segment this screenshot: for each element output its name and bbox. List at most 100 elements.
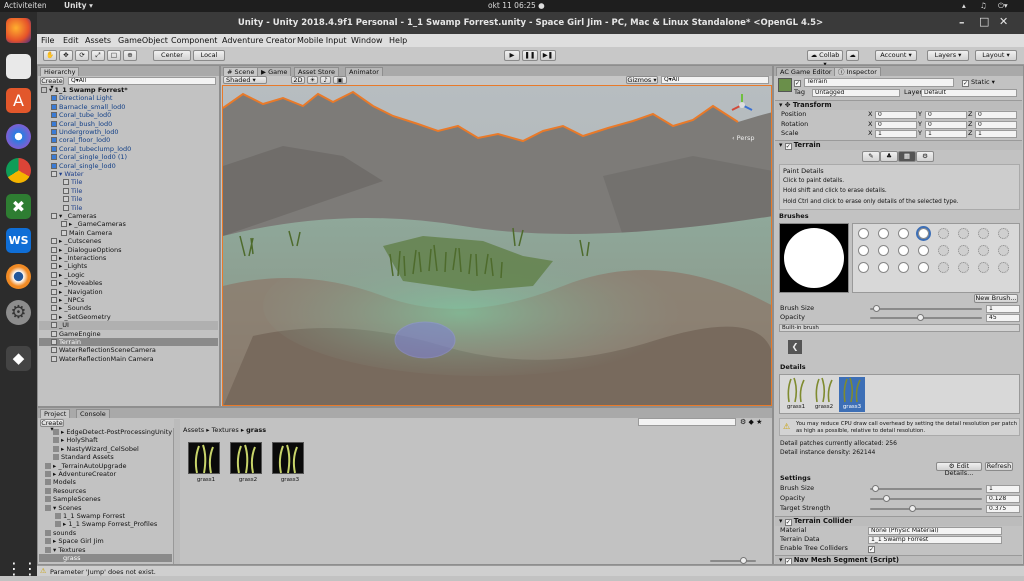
app-menu[interactable]: Unity ▾ <box>64 1 93 10</box>
folder-item[interactable]: ▸ NastyWizard_CelSobel <box>39 445 172 453</box>
pivot-local-button[interactable]: Local <box>193 50 225 61</box>
tab-game[interactable]: ▶ Game <box>257 67 292 76</box>
menu-component[interactable]: Component <box>171 36 217 45</box>
hierarchy-item[interactable]: Tile <box>39 187 218 195</box>
transform-x-field[interactable]: 1 <box>875 130 917 138</box>
hierarchy-item[interactable]: ▸ _Logic <box>39 271 218 279</box>
hierarchy-item[interactable]: _UI <box>39 321 218 330</box>
paint-details-icon[interactable]: ▦ <box>898 151 916 162</box>
tab-hierarchy[interactable]: Hierarchy <box>40 67 80 76</box>
folder-item[interactable]: ▸ 1_1 Swamp Forrest_Profiles <box>39 520 172 528</box>
scale-tool-icon[interactable]: ⤢ <box>91 50 105 61</box>
hierarchy-item[interactable]: ▸ _Cutscenes <box>39 237 218 245</box>
play-icon[interactable]: ▶ <box>504 50 520 61</box>
target-strength-field[interactable]: 0.375 <box>986 505 1020 513</box>
brush-swatch[interactable] <box>978 228 989 239</box>
rect-tool-icon[interactable]: □ <box>107 50 121 61</box>
unity-icon[interactable]: ◆ <box>6 346 31 371</box>
static-checkbox[interactable]: ✓ <box>962 80 969 87</box>
brush-swatch[interactable] <box>858 228 869 239</box>
filter-icons[interactable]: ⚙ ◆ ★ <box>740 418 762 426</box>
folder-item[interactable]: grass <box>39 554 172 563</box>
terrain-data-field[interactable]: 1_1 Swamp Forrest <box>868 536 1002 544</box>
folder-item[interactable]: ▸ EdgeDetect-PostProcessingUnity <box>39 428 172 436</box>
hierarchy-item[interactable]: ▾ 1_1 Swamp Forrest* <box>39 86 218 94</box>
tab-animator[interactable]: Animator <box>345 67 383 76</box>
menu-adventure-creator[interactable]: Adventure Creator <box>222 36 296 45</box>
breadcrumb-textures[interactable]: Textures <box>212 426 239 434</box>
transform-tool-icon[interactable]: ⊕ <box>123 50 137 61</box>
hierarchy-item[interactable]: Tile <box>39 204 218 212</box>
folder-item[interactable]: ▸ Space Girl Jim <box>39 537 172 545</box>
pause-icon[interactable]: ❚❚ <box>522 50 538 61</box>
brush-swatch[interactable] <box>898 245 909 256</box>
folder-item[interactable]: Resources <box>39 487 172 495</box>
project-create-button[interactable]: Create ▾ <box>40 419 64 432</box>
hierarchy-item[interactable]: ▸ _Lights <box>39 262 218 270</box>
mode-2d-button[interactable]: 2D <box>291 76 305 84</box>
brush-swatch[interactable] <box>958 228 969 239</box>
menu-gameobject[interactable]: GameObject <box>118 36 168 45</box>
brush-swatch[interactable] <box>938 245 949 256</box>
brush-swatch[interactable] <box>898 262 909 273</box>
menu-window[interactable]: Window <box>351 36 383 45</box>
files-icon[interactable] <box>6 54 31 79</box>
audio-icon[interactable]: ♪ <box>320 76 331 84</box>
scene-search-input[interactable]: Q▾All <box>661 76 769 84</box>
layers-button[interactable]: Layers ▾ <box>927 50 969 61</box>
folder-item[interactable]: ▸ AdventureCreator <box>39 470 172 478</box>
tree-colliders-checkbox[interactable]: ✓ <box>868 546 875 553</box>
settings-opacity-field[interactable]: 0.128 <box>986 495 1020 503</box>
layer-dropdown[interactable]: Default <box>921 89 1017 97</box>
transform-x-field[interactable]: 0 <box>875 120 917 129</box>
folder-item[interactable]: ▸ _TerrainAutoUpgrade <box>39 462 172 470</box>
effects-icon[interactable]: ▣ <box>333 76 347 84</box>
terrain-header[interactable]: ▾ ✓ Terrain <box>775 140 1022 150</box>
firefox-icon[interactable] <box>6 18 31 43</box>
gizmos-dropdown[interactable]: Gizmos ▾ <box>626 76 658 84</box>
clock[interactable]: okt 11 06:25 ● <box>488 1 545 10</box>
opacity-slider[interactable] <box>870 314 982 321</box>
rotate-tool-icon[interactable]: ⟳ <box>75 50 89 61</box>
material-field[interactable]: None (Physic Material) <box>868 527 1002 535</box>
brush-swatch[interactable] <box>978 262 989 273</box>
detail-item[interactable]: grass3 <box>839 377 865 412</box>
breadcrumb-grass[interactable]: grass <box>246 426 266 434</box>
hierarchy-item[interactable]: ▸ _NPCs <box>39 296 218 304</box>
layout-button[interactable]: Layout ▾ <box>975 50 1017 61</box>
asset-item[interactable]: grass2 <box>230 442 266 486</box>
volume-icon[interactable]: ♫ <box>980 1 987 10</box>
menu-file[interactable]: File <box>41 36 54 45</box>
move-tool-icon[interactable]: ✥ <box>59 50 73 61</box>
brush-swatch[interactable] <box>918 245 929 256</box>
scene-viewport[interactable]: ‹ Persp <box>222 85 772 406</box>
thumbnail-size-slider[interactable] <box>710 557 756 564</box>
brush-swatch[interactable] <box>938 262 949 273</box>
brush-swatch[interactable] <box>858 245 869 256</box>
brush-swatch[interactable] <box>998 228 1009 239</box>
folder-item[interactable]: SampleScenes <box>39 495 172 503</box>
status-message[interactable]: Parameter 'Jump' does not exist. <box>50 568 156 576</box>
asset-item[interactable]: grass1 <box>188 442 224 486</box>
transform-header[interactable]: ▾ ✥ Transform <box>775 100 1022 110</box>
tab-ac-game-editor[interactable]: AC Game Editor <box>776 67 836 76</box>
hierarchy-search-input[interactable]: Q▾All <box>68 77 216 85</box>
step-icon[interactable]: ▶❚ <box>540 50 556 61</box>
active-checkbox[interactable]: ✓ <box>794 80 801 87</box>
hierarchy-item[interactable]: ▸ _Navigation <box>39 288 218 296</box>
brush-swatch[interactable] <box>958 245 969 256</box>
hierarchy-create-button[interactable]: Create ▾ <box>40 77 64 90</box>
transform-z-field[interactable]: 0 <box>975 111 1017 119</box>
chromium-icon[interactable] <box>6 124 31 149</box>
paint-tree-icon[interactable]: ♣ <box>880 151 898 162</box>
object-name-field[interactable]: Terrain <box>804 78 954 87</box>
project-search-input[interactable] <box>638 418 736 426</box>
network-icon[interactable]: ▴ <box>962 1 966 10</box>
hierarchy-item[interactable]: Coral_single_lod0 <box>39 162 218 170</box>
folder-item[interactable]: sounds <box>39 529 172 537</box>
hierarchy-item[interactable]: ▸ _GameCameras <box>39 220 218 228</box>
settings-brush-size-slider[interactable] <box>870 485 982 492</box>
hierarchy-item[interactable]: WaterReflectionSceneCamera <box>39 346 218 354</box>
brush-asset-icon[interactable]: ❮ <box>788 340 802 354</box>
tab-project[interactable]: Project <box>40 409 71 418</box>
